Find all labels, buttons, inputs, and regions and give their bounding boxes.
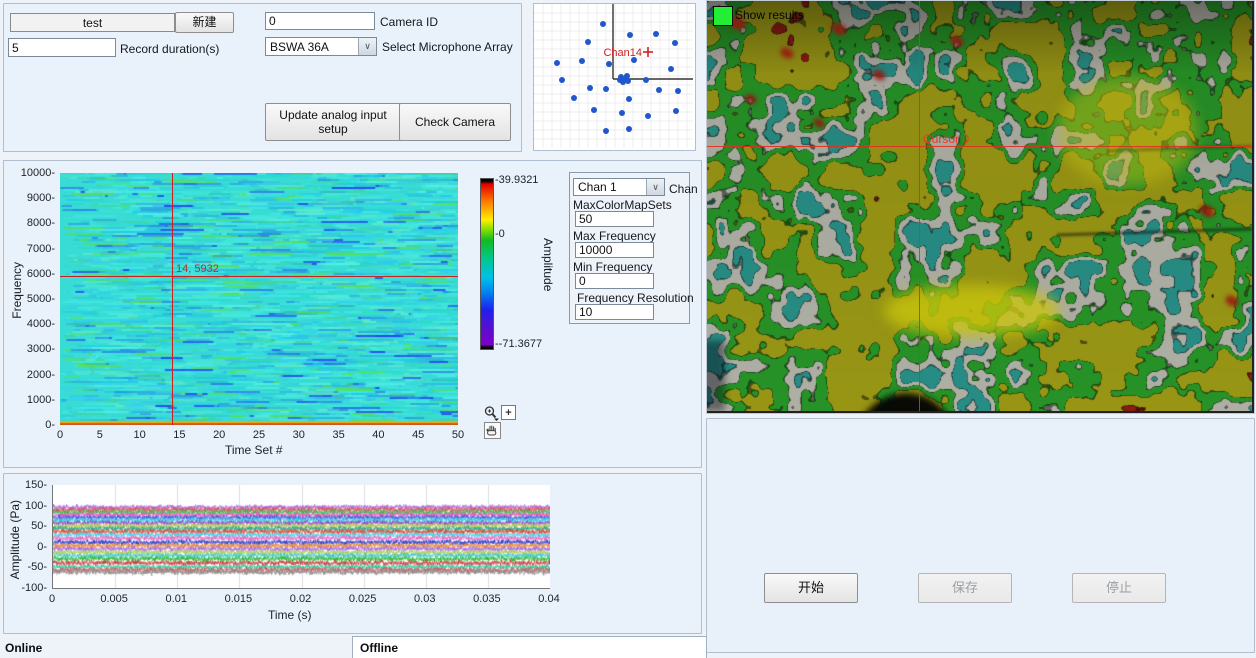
spectrogram-xtick: 25 (249, 429, 269, 441)
frequency-resolution-input[interactable] (575, 304, 654, 320)
spectrogram-xtick: 50 (448, 429, 468, 441)
waveform-xtick: 0.005 (94, 593, 134, 605)
colorbar-max-label: -39.9321 (495, 174, 538, 186)
waveform-ytick: -50- (0, 561, 47, 573)
mic-array-scatter: Chan14 (534, 4, 693, 148)
spectrogram-ytick: 1000- (0, 394, 55, 406)
spectrogram-xtick: 20 (209, 429, 229, 441)
spectrogram-xtick: 35 (329, 429, 349, 441)
record-duration-label: Record duration(s) (120, 42, 219, 56)
spectrogram-cursor-label: 14, 5932 (176, 263, 219, 275)
spectrogram-xlabel: Time Set # (225, 443, 283, 457)
acoustic-map-image (707, 1, 1252, 411)
spectrogram-ytick: 5000- (0, 293, 55, 305)
record-duration-input[interactable] (8, 38, 116, 57)
max-colormap-label: MaxColorMapSets (573, 198, 672, 212)
colorbar-zero-label: -0 (495, 228, 505, 240)
waveform-ytick: 100- (0, 500, 47, 512)
start-button[interactable]: 开始 (764, 573, 858, 603)
max-frequency-input[interactable] (575, 242, 654, 258)
camera-id-input[interactable] (265, 12, 375, 30)
chevron-down-icon[interactable]: ∨ (646, 179, 664, 195)
spectrogram-ytick: 4000- (0, 318, 55, 330)
mic-array-dropdown-value: BSWA 36A (266, 40, 358, 54)
waveform-xtick: 0.04 (529, 593, 569, 605)
camera-cursor-hline[interactable] (707, 146, 1252, 147)
svg-text:Chan14: Chan14 (603, 47, 642, 59)
max-frequency-label: Max Frequency (573, 229, 656, 243)
action-panel (706, 418, 1255, 653)
chevron-down-icon[interactable]: ∨ (358, 38, 376, 55)
spectrogram-xtick: 30 (289, 429, 309, 441)
colorbar-min-label: --71.3677 (495, 338, 542, 350)
waveform-traces (53, 485, 550, 588)
waveform-xtick: 0.035 (467, 593, 507, 605)
min-frequency-label: Min Frequency (573, 260, 652, 274)
show-results-label: Show results (735, 8, 804, 22)
zoom-plus-icon[interactable]: + (501, 405, 516, 420)
camera-id-label: Camera ID (380, 15, 438, 29)
zoom-tool-icon[interactable] (483, 405, 500, 421)
frequency-resolution-label: Frequency Resolution (577, 291, 694, 305)
waveform-xtick: 0.03 (405, 593, 445, 605)
online-status-label: Online (5, 641, 42, 655)
spectrogram-ytick: 10000- (0, 167, 55, 179)
waveform-xtick: 0.025 (343, 593, 383, 605)
waveform-xtick: 0.015 (218, 593, 258, 605)
spectrogram-xtick: 40 (368, 429, 388, 441)
colorbar-axis-label: Amplitude (541, 238, 555, 291)
channel-label: Chan (669, 182, 698, 196)
waveform-ytick: 0- (0, 541, 47, 553)
waveform-plot-frame[interactable] (52, 485, 550, 589)
waveform-ytick: 50- (0, 520, 47, 532)
spectrogram-xtick: 10 (130, 429, 150, 441)
waveform-xlabel: Time (s) (268, 608, 312, 622)
spectrogram-ytick: 9000- (0, 192, 55, 204)
spectrogram-xtick: 0 (50, 429, 70, 441)
waveform-ytick: 150- (0, 479, 47, 491)
spectrogram-cursor-hline[interactable] (60, 276, 458, 277)
spectrogram-ytick: 8000- (0, 217, 55, 229)
mic-array-label: Select Microphone Array (382, 40, 513, 54)
mic-array-plot[interactable]: Chan14 (533, 3, 696, 151)
pan-hand-icon[interactable] (484, 422, 501, 439)
check-camera-button[interactable]: Check Camera (399, 103, 511, 141)
waveform-xtick: 0.02 (281, 593, 321, 605)
offline-status-box (352, 636, 707, 658)
max-colormap-input[interactable] (575, 211, 654, 227)
spectrogram-ytick: 3000- (0, 343, 55, 355)
camera-cursor-vline[interactable] (919, 1, 920, 411)
stop-button[interactable]: 停止 (1072, 573, 1166, 603)
offline-status-label: Offline (360, 641, 398, 655)
spectrogram-ytick: 2000- (0, 369, 55, 381)
waveform-xtick: 0.01 (156, 593, 196, 605)
spectrogram-ytick: 7000- (0, 243, 55, 255)
spectrogram-cursor-vline[interactable] (172, 173, 173, 425)
new-project-button[interactable]: 新建 (175, 12, 234, 33)
save-button[interactable]: 保存 (918, 573, 1012, 603)
spectrogram-xtick: 45 (408, 429, 428, 441)
spectrogram-xtick: 5 (90, 429, 110, 441)
spectrogram-image[interactable] (60, 173, 458, 425)
spectrogram-xtick: 15 (169, 429, 189, 441)
min-frequency-input[interactable] (575, 273, 654, 289)
spectrogram-ytick: 0- (0, 419, 55, 431)
update-analog-input-button[interactable]: Update analog input setup (265, 103, 401, 141)
project-name-display[interactable]: test (10, 13, 175, 32)
mic-array-dropdown[interactable]: BSWA 36A ∨ (265, 37, 377, 56)
channel-dropdown[interactable]: Chan 1 ∨ (573, 178, 665, 196)
camera-view[interactable]: Cursor 0 Show results (706, 0, 1255, 414)
spectrogram-ytick: 6000- (0, 268, 55, 280)
channel-dropdown-value: Chan 1 (574, 180, 646, 194)
waveform-xtick: 0 (32, 593, 72, 605)
show-results-checkbox[interactable] (713, 6, 733, 26)
camera-cursor-label: Cursor 0 (923, 132, 969, 146)
acoustic-camera-app: test 新建 Record duration(s) Camera ID BSW… (0, 0, 1256, 658)
amplitude-colorbar (480, 178, 494, 350)
